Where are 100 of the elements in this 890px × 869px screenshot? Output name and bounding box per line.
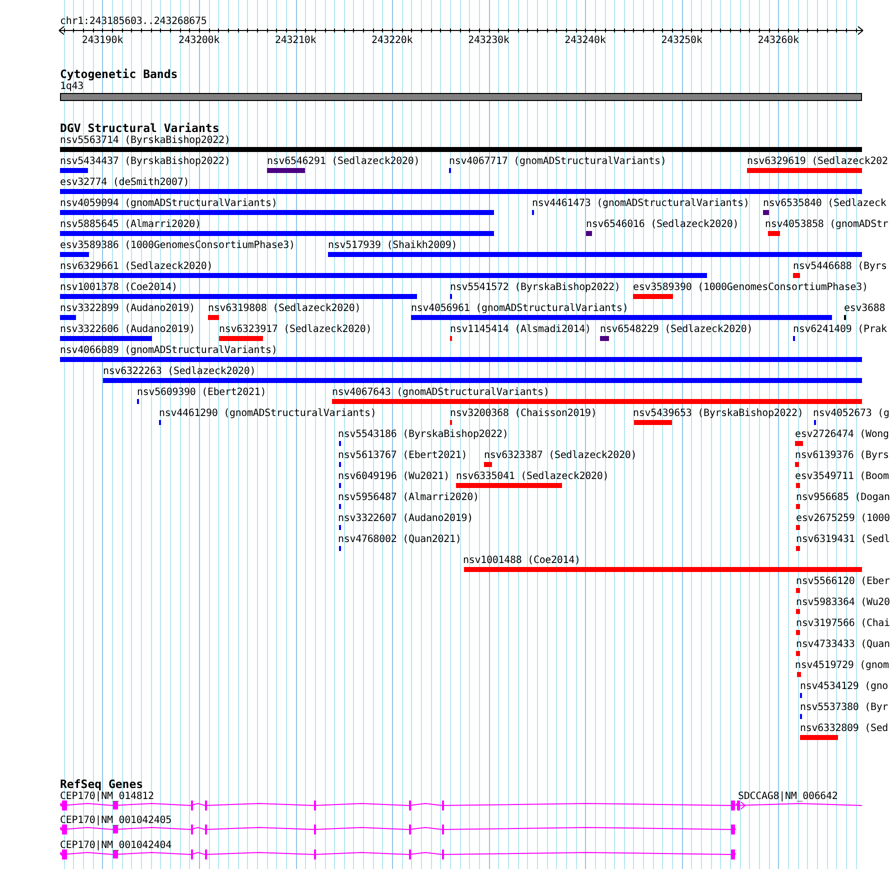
- variant-bar[interactable]: [633, 294, 673, 299]
- variant-bar[interactable]: [60, 189, 862, 194]
- variant-bar[interactable]: [332, 399, 862, 404]
- variant-bar[interactable]: [796, 609, 800, 614]
- variant-label: nsv4534129 (gno: [800, 681, 888, 692]
- track-title: DGV Structural Variants: [60, 122, 220, 134]
- gene-label[interactable]: CEP170|NM_014812: [60, 791, 154, 802]
- variant-bar[interactable]: [456, 483, 562, 488]
- variant-bar[interactable]: [768, 231, 780, 236]
- variant-label: nsv6049196 (Wu2021): [338, 471, 450, 482]
- gene-label[interactable]: SDCCAG8|NM_006642: [738, 791, 838, 802]
- variant-label: nsv6548229 (Sedlazeck2020): [600, 324, 753, 335]
- variant-label: nsv5541572 (ByrskaBishop2022): [450, 282, 620, 293]
- variant-label: nsv5956487 (Almarri2020): [338, 492, 479, 503]
- tick-label: 243210k: [275, 35, 316, 46]
- variant-bar[interactable]: [60, 315, 76, 320]
- variant-bar[interactable]: [219, 336, 263, 341]
- variant-bar[interactable]: [60, 252, 89, 257]
- variant-label: nsv4053858 (gnomADStr: [765, 219, 888, 230]
- variant-bar[interactable]: [763, 210, 769, 215]
- variant-label: nsv6546016 (Sedlazeck2020): [586, 219, 739, 230]
- variant-label: nsv517939 (Shaikh2009): [328, 240, 458, 251]
- variant-label: esv2726474 (Wong: [795, 429, 889, 440]
- variant-bar[interactable]: [464, 567, 862, 572]
- variant-label: nsv4733433 (Quan: [796, 639, 890, 650]
- variant-bar[interactable]: [586, 231, 592, 236]
- variant-label: nsv5543186 (ByrskaBishop2022): [338, 429, 508, 440]
- variant-bar[interactable]: [796, 630, 800, 635]
- variant-label: nsv5566120 (Eber: [796, 576, 890, 587]
- variant-label: nsv5434437 (ByrskaBishop2022): [60, 156, 230, 167]
- variant-label: nsv6322263 (Sedlazeck2020): [103, 366, 256, 377]
- gene-model-drawing[interactable]: [60, 849, 736, 860]
- variant-label: nsv4052673 (g: [813, 408, 890, 419]
- variant-label: nsv6329661 (Sedlazeck2020): [60, 261, 213, 272]
- gene-model-drawing[interactable]: [736, 800, 862, 811]
- variant-label: nsv4067643 (gnomADStructuralVariants): [332, 387, 550, 398]
- variant-label: esv3549711 (Boom: [795, 471, 889, 482]
- tick-label: 243250k: [661, 35, 702, 46]
- variant-label: nsv3322607 (Audano2019): [338, 513, 474, 524]
- variant-label: esv3589390 (1000GenomesConsortiumPhase3): [633, 282, 868, 293]
- variant-label: nsv3200368 (Chaisson2019): [450, 408, 597, 419]
- variant-label: nsv5983364 (Wu20: [796, 597, 890, 608]
- variant-bar[interactable]: [484, 462, 492, 467]
- variant-label: nsv6319431 (Sedl: [796, 534, 890, 545]
- variant-bar[interactable]: [60, 231, 494, 236]
- gene-model-drawing[interactable]: [60, 824, 736, 835]
- variant-label: nsv3197566 (Chai: [796, 618, 890, 629]
- variant-bar[interactable]: [600, 336, 609, 341]
- track-title: RefSeq Genes: [60, 778, 144, 790]
- variant-bar[interactable]: [60, 210, 494, 215]
- tick-label: 243190k: [82, 35, 123, 46]
- variant-bar[interactable]: [796, 504, 800, 509]
- variant-bar[interactable]: [796, 546, 800, 551]
- variant-bar[interactable]: [267, 168, 305, 173]
- variant-bar[interactable]: [60, 147, 862, 152]
- variant-label: nsv5537380 (Byr: [800, 702, 888, 713]
- variant-bar[interactable]: [795, 462, 799, 467]
- variant-bar[interactable]: [796, 525, 800, 530]
- variant-label: esv3688: [844, 303, 886, 314]
- variant-bar[interactable]: [796, 483, 800, 488]
- band-label: 1q43: [60, 81, 84, 92]
- track-title: Cytogenetic Bands: [60, 68, 178, 80]
- variant-bar[interactable]: [60, 273, 707, 278]
- gene-label[interactable]: CEP170|NM_001042405: [60, 815, 172, 826]
- location-label: chr1:243185603..243268675: [60, 16, 207, 27]
- variant-bar[interactable]: [60, 168, 88, 173]
- tick-label: 243200k: [178, 35, 220, 46]
- variant-label: nsv6323387 (Sedlazeck2020): [484, 450, 637, 461]
- variant-label: esv2675259 (1000: [796, 513, 890, 524]
- variant-bar[interactable]: [208, 315, 219, 320]
- variant-label: esv32774 (deSmith2007): [60, 177, 190, 188]
- variant-bar[interactable]: [60, 357, 862, 362]
- variant-label: nsv6535840 (Sedlazeck: [763, 198, 886, 209]
- variant-label: nsv6546291 (Sedlazeck2020): [267, 156, 420, 167]
- gene-model-drawing[interactable]: [60, 800, 736, 811]
- variant-bar[interactable]: [797, 672, 801, 677]
- gene-label[interactable]: CEP170|NM_001042404: [60, 840, 172, 851]
- variant-label: nsv6139376 (Byrs: [795, 450, 889, 461]
- variant-bar[interactable]: [747, 168, 862, 173]
- variant-bar[interactable]: [796, 588, 800, 593]
- variant-bar[interactable]: [411, 315, 832, 320]
- variant-label: nsv4461473 (gnomADStructuralVariants): [532, 198, 750, 209]
- variant-bar[interactable]: [103, 378, 862, 383]
- variant-bar[interactable]: [328, 252, 862, 257]
- variant-label: nsv6332809 (Sed: [800, 723, 888, 734]
- variant-bar[interactable]: [796, 651, 800, 656]
- tick-label: 243230k: [468, 35, 510, 46]
- variant-label: nsv4461290 (gnomADStructuralVariants): [159, 408, 376, 419]
- variant-bar[interactable]: [634, 420, 672, 425]
- variant-label: nsv6323917 (Sedlazeck2020): [219, 324, 372, 335]
- variant-bar[interactable]: [795, 441, 803, 446]
- tick-label: 243240k: [564, 35, 606, 46]
- variant-label: esv3589386 (1000GenomesConsortiumPhase3): [60, 240, 295, 251]
- variant-bar[interactable]: [60, 294, 417, 299]
- variant-label: nsv5885645 (Almarri2020): [60, 219, 201, 230]
- variant-label: nsv1001488 (Coe2014): [463, 555, 580, 566]
- variant-bar[interactable]: [793, 273, 800, 278]
- variant-label: nsv6335041 (Sedlazeck2020): [456, 471, 609, 482]
- variant-bar[interactable]: [60, 336, 152, 341]
- variant-bar[interactable]: [800, 735, 838, 740]
